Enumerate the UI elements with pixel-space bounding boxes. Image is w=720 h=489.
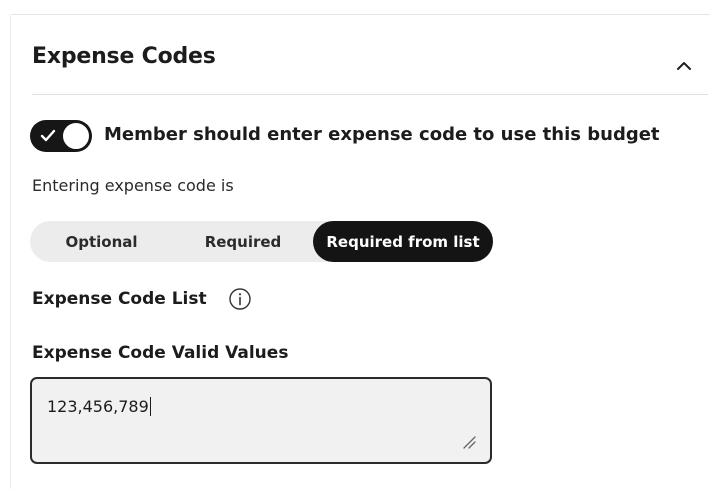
info-icon[interactable]: [228, 287, 252, 311]
toggle-label: Member should enter expense code to use …: [104, 124, 660, 145]
collapse-section-button[interactable]: [668, 52, 700, 80]
toggle-knob: [62, 122, 90, 150]
section-title: Expense Codes: [32, 44, 216, 69]
segment-required[interactable]: Required: [173, 221, 313, 262]
valid-values-textarea[interactable]: 123,456,789: [30, 377, 492, 464]
textarea-value-wrapper: 123,456,789: [47, 397, 151, 416]
text-caret: [149, 397, 151, 416]
entry-mode-label: Entering expense code is: [32, 176, 234, 195]
panel-left-border: [10, 14, 11, 489]
segment-required-from-list[interactable]: Required from list: [313, 221, 493, 262]
expense-code-list-label: Expense Code List: [32, 289, 207, 309]
entry-mode-segmented-control: Optional Required Required from list: [30, 221, 493, 262]
resize-handle-icon[interactable]: [462, 435, 476, 449]
expense-code-toggle[interactable]: [30, 120, 92, 152]
textarea-value: 123,456,789: [47, 397, 149, 416]
chevron-up-icon: [677, 62, 691, 70]
check-icon: [40, 129, 56, 142]
segment-optional[interactable]: Optional: [30, 221, 173, 262]
section-divider: [32, 94, 708, 95]
valid-values-label: Expense Code Valid Values: [32, 343, 289, 363]
panel-top-border: [12, 14, 710, 15]
